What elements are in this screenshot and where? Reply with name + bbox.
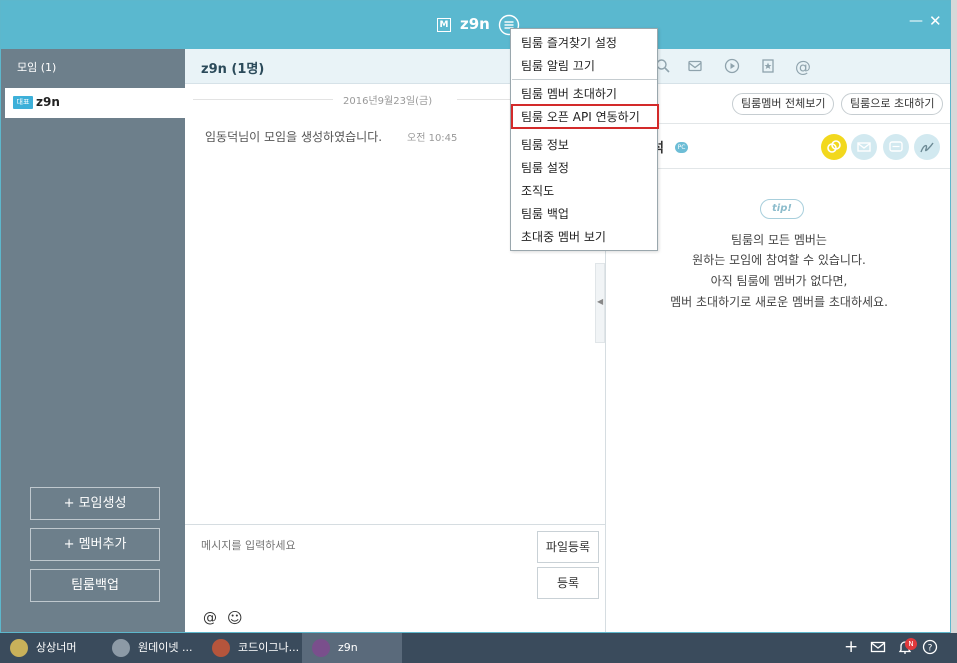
plus-icon[interactable]: +	[844, 637, 858, 657]
pc-status-badge: PC	[675, 142, 688, 153]
group-count-header: 모임 (1)	[1, 49, 185, 82]
menu-item-settings[interactable]: 팀룸 설정	[521, 159, 569, 176]
view-all-members-button[interactable]: 팀룸멤버 전체보기	[732, 93, 835, 115]
panel-collapse-handle[interactable]: ◀	[595, 263, 605, 343]
bookmark-icon[interactable]	[759, 58, 777, 76]
link-icon[interactable]	[821, 134, 847, 160]
at-icon[interactable]: @	[794, 58, 812, 76]
chat-title: z9n (1명)	[201, 62, 265, 77]
title-badge: M	[437, 18, 451, 32]
add-member-button[interactable]: + 멤버추가	[30, 528, 160, 561]
help-icon[interactable]: ?	[922, 639, 938, 659]
message-compose-area: 파일등록 등록 @ ☺	[185, 524, 605, 632]
message-time: 오전 10:45	[407, 133, 458, 144]
taskbar: 상상너머 원데이넷 ... 코드이그나... z9n + ?	[0, 633, 957, 663]
sms-icon[interactable]	[883, 134, 909, 160]
task-codeigniter[interactable]: 코드이그나...	[202, 633, 302, 663]
menu-item-info[interactable]: 팀룸 정보	[521, 136, 569, 153]
app-window: M z9n — ✕ 모임 (1) 대표 z9n + 모임생성 + 멤버추가 팀룸…	[0, 0, 951, 633]
mail-icon[interactable]	[851, 134, 877, 160]
app-icon	[10, 639, 28, 657]
title-bar: M z9n — ✕	[1, 1, 950, 49]
message-text: 님이 모임을 생성하였습니다.	[238, 130, 383, 144]
mention-icon[interactable]: @	[203, 610, 217, 626]
tip-label: tip!	[760, 199, 804, 219]
task-z9n[interactable]: z9n	[302, 633, 402, 663]
create-group-button[interactable]: + 모임생성	[30, 487, 160, 520]
chevron-left-icon: ◀	[597, 297, 604, 306]
notification-badge: N	[905, 638, 917, 650]
task-label: 원데이넷 ...	[138, 641, 193, 654]
task-oneday[interactable]: 원데이넷 ...	[102, 633, 202, 663]
window-title: z9n	[460, 15, 490, 33]
app-icon	[312, 639, 330, 657]
message-author: 임동덕	[205, 130, 239, 144]
message-input[interactable]	[185, 525, 535, 605]
date-rule-left	[193, 99, 333, 100]
menu-item-mute[interactable]: 팀룸 알림 끄기	[521, 57, 595, 74]
menu-item-open-api[interactable]: 팀룸 오픈 API 연동하기	[521, 108, 640, 125]
teamroom-menu: 팀룸 즐겨찾기 설정 팀룸 알림 끄기 팀룸 멤버 초대하기 팀룸 오픈 API…	[510, 28, 659, 251]
menu-item-org-chart[interactable]: 조직도	[521, 182, 554, 199]
mail-icon[interactable]	[870, 639, 886, 659]
app-icon	[212, 639, 230, 657]
invite-to-teamroom-button[interactable]: 팀룸으로 초대하기	[841, 93, 944, 115]
task-label: z9n	[338, 641, 358, 654]
tip-line: 아직 팀룸에 멤버가 없다면,	[710, 274, 848, 288]
file-upload-button[interactable]: 파일등록	[537, 531, 599, 563]
group-name: z9n	[36, 95, 60, 109]
play-icon[interactable]	[723, 58, 741, 76]
submit-button[interactable]: 등록	[537, 567, 599, 599]
system-message: 임동덕님이 모임을 생성하였습니다.	[205, 128, 382, 145]
mail-icon[interactable]	[686, 58, 704, 76]
tip-line: 멤버 초대하기로 새로운 멤버를 초대하세요.	[670, 295, 888, 309]
group-rep-badge: 대표	[13, 96, 33, 109]
menu-item-pending-invites[interactable]: 초대중 멤버 보기	[521, 228, 606, 245]
menu-item-invite[interactable]: 팀룸 멤버 초대하기	[521, 85, 617, 102]
app-icon	[112, 639, 130, 657]
group-sidebar: 모임 (1) 대표 z9n + 모임생성 + 멤버추가 팀룸백업	[1, 49, 185, 632]
teamroom-backup-button[interactable]: 팀룸백업	[30, 569, 160, 602]
group-item-z9n[interactable]: 대표 z9n	[5, 88, 185, 118]
emoji-icon[interactable]: ☺	[227, 609, 243, 627]
date-text: 2016년9월23일(금)	[343, 96, 433, 107]
task-label: 코드이그나...	[238, 641, 300, 654]
task-sangsang[interactable]: 상상너머	[0, 633, 100, 663]
close-button[interactable]: ✕	[929, 12, 942, 30]
menu-item-backup[interactable]: 팀룸 백업	[521, 205, 569, 222]
minimize-button[interactable]: —	[909, 13, 923, 29]
sign-icon[interactable]	[914, 134, 940, 160]
menu-item-favorite[interactable]: 팀룸 즐겨찾기 설정	[521, 34, 617, 51]
menu-divider	[512, 79, 657, 80]
svg-text:?: ?	[928, 644, 933, 654]
task-label: 상상너머	[36, 641, 77, 654]
desktop-background	[951, 0, 957, 633]
tip-line: 원하는 모임에 참여할 수 있습니다.	[692, 253, 866, 267]
